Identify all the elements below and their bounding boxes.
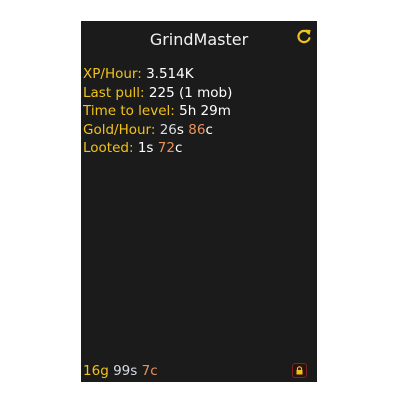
silver-unit: s <box>146 140 154 156</box>
copper-amount: 72 <box>157 140 175 156</box>
stat-label: Time to level: <box>83 103 175 119</box>
stat-looted: Looted: 1s 72c <box>83 139 232 158</box>
gold-amount: 16 <box>83 363 101 379</box>
copper-amount: 7 <box>141 363 151 379</box>
stat-last-pull: Last pull: 225 (1 mob) <box>83 84 232 103</box>
silver-amount: 99 <box>113 363 131 379</box>
window-title: GrindMaster <box>149 30 249 49</box>
stat-time-to-level: Time to level: 5h 29m <box>83 102 232 121</box>
refresh-icon <box>297 29 311 44</box>
lock-icon <box>296 366 303 375</box>
stat-label: Last pull: <box>83 84 145 101</box>
lock-button[interactable] <box>292 363 307 378</box>
refresh-button[interactable] <box>296 28 312 44</box>
copper-unit: c <box>174 140 183 156</box>
grindmaster-window: GrindMaster XP/Hour: 3.514K Last pull: 2… <box>81 21 317 382</box>
stat-value: 3.514K <box>146 66 194 82</box>
stat-label: Gold/Hour: <box>83 121 156 138</box>
copper-amount: 86 <box>188 121 206 138</box>
silver-unit: s <box>176 121 184 138</box>
stat-gold-hour: Gold/Hour: 26s 86c <box>83 121 232 140</box>
stat-label: XP/Hour: <box>83 66 142 82</box>
stat-value: 225 (1 mob) <box>148 84 233 101</box>
gold-unit: g <box>100 363 109 379</box>
stat-xp-hour: XP/Hour: 3.514K <box>83 65 232 84</box>
silver-unit: s <box>130 363 138 379</box>
copper-unit: c <box>205 121 213 138</box>
stats-panel: XP/Hour: 3.514K Last pull: 225 (1 mob) T… <box>83 65 232 158</box>
stat-label: Looted: <box>83 140 134 156</box>
total-money: 16g 99s 7c <box>83 363 158 379</box>
stat-value: 5h 29m <box>179 103 231 119</box>
silver-amount: 26 <box>159 121 177 138</box>
copper-unit: c <box>150 363 158 379</box>
